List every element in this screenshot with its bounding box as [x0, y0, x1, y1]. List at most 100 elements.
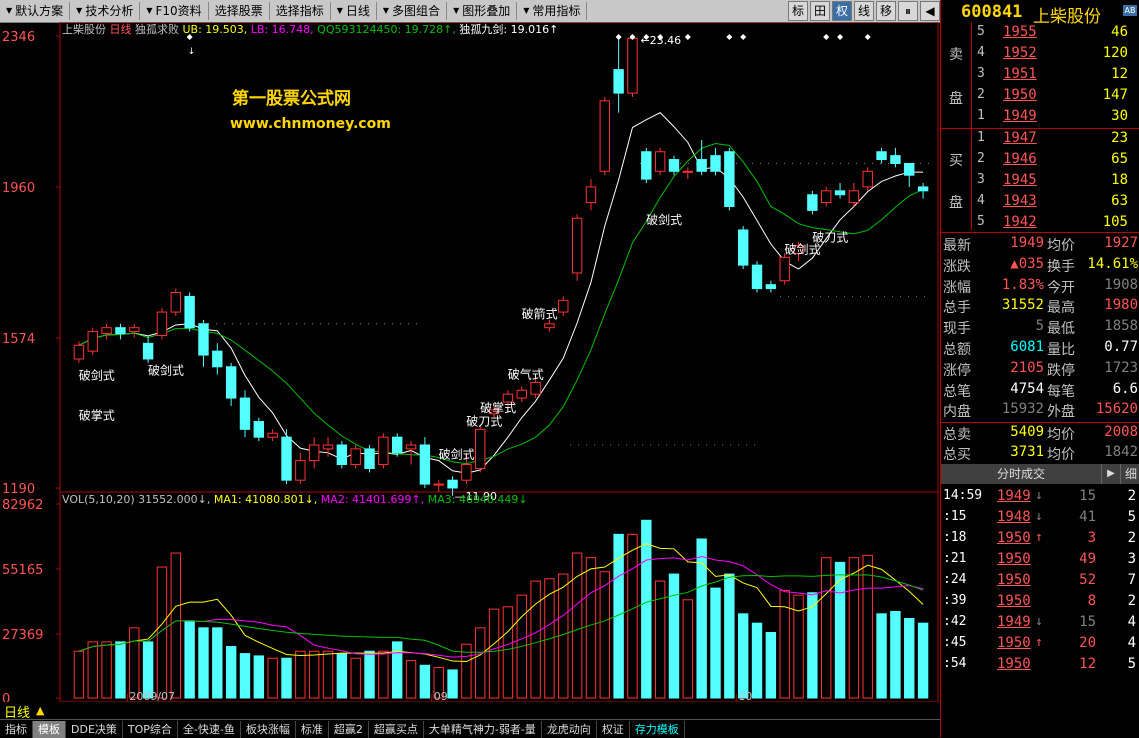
volume-bar[interactable]	[198, 627, 209, 699]
volume-bar[interactable]	[737, 613, 749, 699]
volume-bar[interactable]	[488, 608, 500, 699]
candle[interactable]	[267, 429, 278, 442]
candle[interactable]	[821, 186, 832, 207]
candle[interactable]	[696, 140, 707, 176]
volume-bar[interactable]	[668, 573, 680, 699]
candle[interactable]	[87, 327, 98, 356]
candle[interactable]	[350, 444, 361, 469]
ticks-arrow-icon[interactable]: ▶	[1101, 464, 1120, 484]
candle[interactable]	[710, 147, 721, 176]
volume-bar[interactable]	[710, 587, 721, 699]
volume-bar[interactable]	[392, 641, 403, 699]
volume-bar[interactable]	[101, 641, 112, 699]
template-tab-8[interactable]: 超赢买点	[369, 720, 424, 738]
candle[interactable]	[585, 179, 597, 211]
toolbar-tool-5[interactable]: ⏸	[898, 1, 918, 21]
volume-bar[interactable]	[419, 664, 431, 699]
candle[interactable]	[364, 444, 375, 473]
candle[interactable]	[184, 292, 195, 332]
candle[interactable]	[115, 323, 126, 340]
volume-bar[interactable]	[295, 650, 306, 699]
volume-bar[interactable]	[599, 571, 610, 699]
toolbar-button-3[interactable]: 选择股票	[209, 2, 270, 20]
volume-bar[interactable]	[308, 650, 320, 699]
template-tab-9[interactable]: 大单精气神力-弱者-量	[424, 720, 542, 738]
volume-bar[interactable]	[87, 641, 98, 699]
candle[interactable]	[654, 147, 666, 176]
toolbar-button-0[interactable]: ▼ 默认方案	[0, 2, 71, 20]
volume-bar[interactable]	[267, 657, 278, 699]
candle[interactable]	[142, 335, 154, 363]
template-tab-5[interactable]: 板块涨幅	[241, 720, 296, 738]
volume-bar[interactable]	[225, 646, 237, 699]
candle[interactable]	[516, 386, 527, 402]
volume-bar[interactable]	[724, 573, 735, 699]
candle[interactable]	[129, 323, 140, 338]
toolbar-button-6[interactable]: ▼ 多图组合	[377, 2, 448, 20]
candle[interactable]	[848, 183, 860, 207]
template-tab-0[interactable]: 指标	[0, 720, 33, 738]
candle[interactable]	[737, 226, 749, 270]
volume-bar[interactable]	[475, 627, 486, 699]
toolbar-button-8[interactable]: ▼ 常用指标	[517, 2, 588, 20]
candle[interactable]	[156, 308, 168, 340]
volume-bar[interactable]	[904, 617, 915, 699]
volume-bar[interactable]	[641, 519, 652, 699]
candle[interactable]	[751, 261, 763, 293]
volume-bar[interactable]	[917, 622, 929, 699]
template-tab-10[interactable]: 龙虎动向	[542, 720, 597, 738]
candle[interactable]	[807, 190, 818, 215]
ticks-detail-button[interactable]: 细	[1120, 464, 1139, 484]
candle[interactable]	[724, 147, 735, 211]
toolbar-button-7[interactable]: ▼ 图形叠加	[447, 2, 518, 20]
template-tab-3[interactable]: TOP综合	[123, 720, 178, 738]
period-arrow-icon[interactable]: ▲	[36, 704, 44, 717]
volume-bar[interactable]	[862, 554, 873, 699]
volume-bar[interactable]	[281, 657, 292, 699]
volume-bar[interactable]	[350, 657, 361, 699]
buy-price[interactable]: 1943	[1003, 193, 1037, 209]
candle[interactable]	[295, 452, 306, 485]
volume-bar[interactable]	[212, 627, 223, 699]
buy-price[interactable]: 1946	[1003, 151, 1037, 167]
candle[interactable]	[475, 425, 486, 473]
candle[interactable]	[73, 341, 85, 363]
volume-bar[interactable]	[378, 650, 389, 699]
candle[interactable]	[336, 441, 348, 469]
volume-bar[interactable]	[585, 557, 597, 699]
candle[interactable]	[641, 147, 652, 184]
toolbar-tool-1[interactable]: 田	[810, 1, 830, 21]
template-tab-1[interactable]: 模板	[33, 720, 66, 738]
candle[interactable]	[599, 96, 610, 176]
volume-bar[interactable]	[876, 613, 887, 699]
sell-price[interactable]: 1951	[1003, 66, 1037, 82]
candle[interactable]	[765, 280, 777, 293]
sell-price[interactable]: 1952	[1003, 45, 1037, 61]
toolbar-button-1[interactable]: ▼ 技术分析	[70, 2, 141, 20]
toolbar-tool-4[interactable]: 移	[876, 1, 896, 21]
ticks-header[interactable]: 分时成交	[941, 464, 1101, 484]
volume-bar[interactable]	[336, 653, 348, 699]
volume-bar[interactable]	[73, 650, 85, 699]
candle[interactable]	[627, 36, 638, 97]
volume-bar[interactable]	[253, 655, 265, 699]
volume-bar[interactable]	[807, 592, 818, 699]
candle[interactable]	[281, 429, 292, 485]
candle[interactable]	[405, 441, 417, 465]
template-tab-4[interactable]: 全-快速-鱼	[178, 720, 241, 738]
candle[interactable]	[378, 433, 389, 469]
candle[interactable]	[613, 36, 624, 113]
volume-bar[interactable]	[115, 641, 126, 699]
volume-bar[interactable]	[627, 533, 638, 699]
template-tab-2[interactable]: DDE决策	[66, 720, 123, 738]
candle[interactable]	[253, 417, 265, 442]
volume-bar[interactable]	[405, 660, 417, 699]
candle[interactable]	[239, 390, 251, 438]
template-tab-12[interactable]: 存力模板	[630, 720, 685, 738]
candle[interactable]	[212, 343, 223, 375]
sell-price[interactable]: 1949	[1003, 108, 1037, 124]
template-tab-6[interactable]: 标准	[296, 720, 329, 738]
candle[interactable]	[571, 214, 583, 281]
toolbar-button-2[interactable]: ▼ F10资料	[140, 2, 209, 20]
candle[interactable]	[904, 162, 915, 187]
